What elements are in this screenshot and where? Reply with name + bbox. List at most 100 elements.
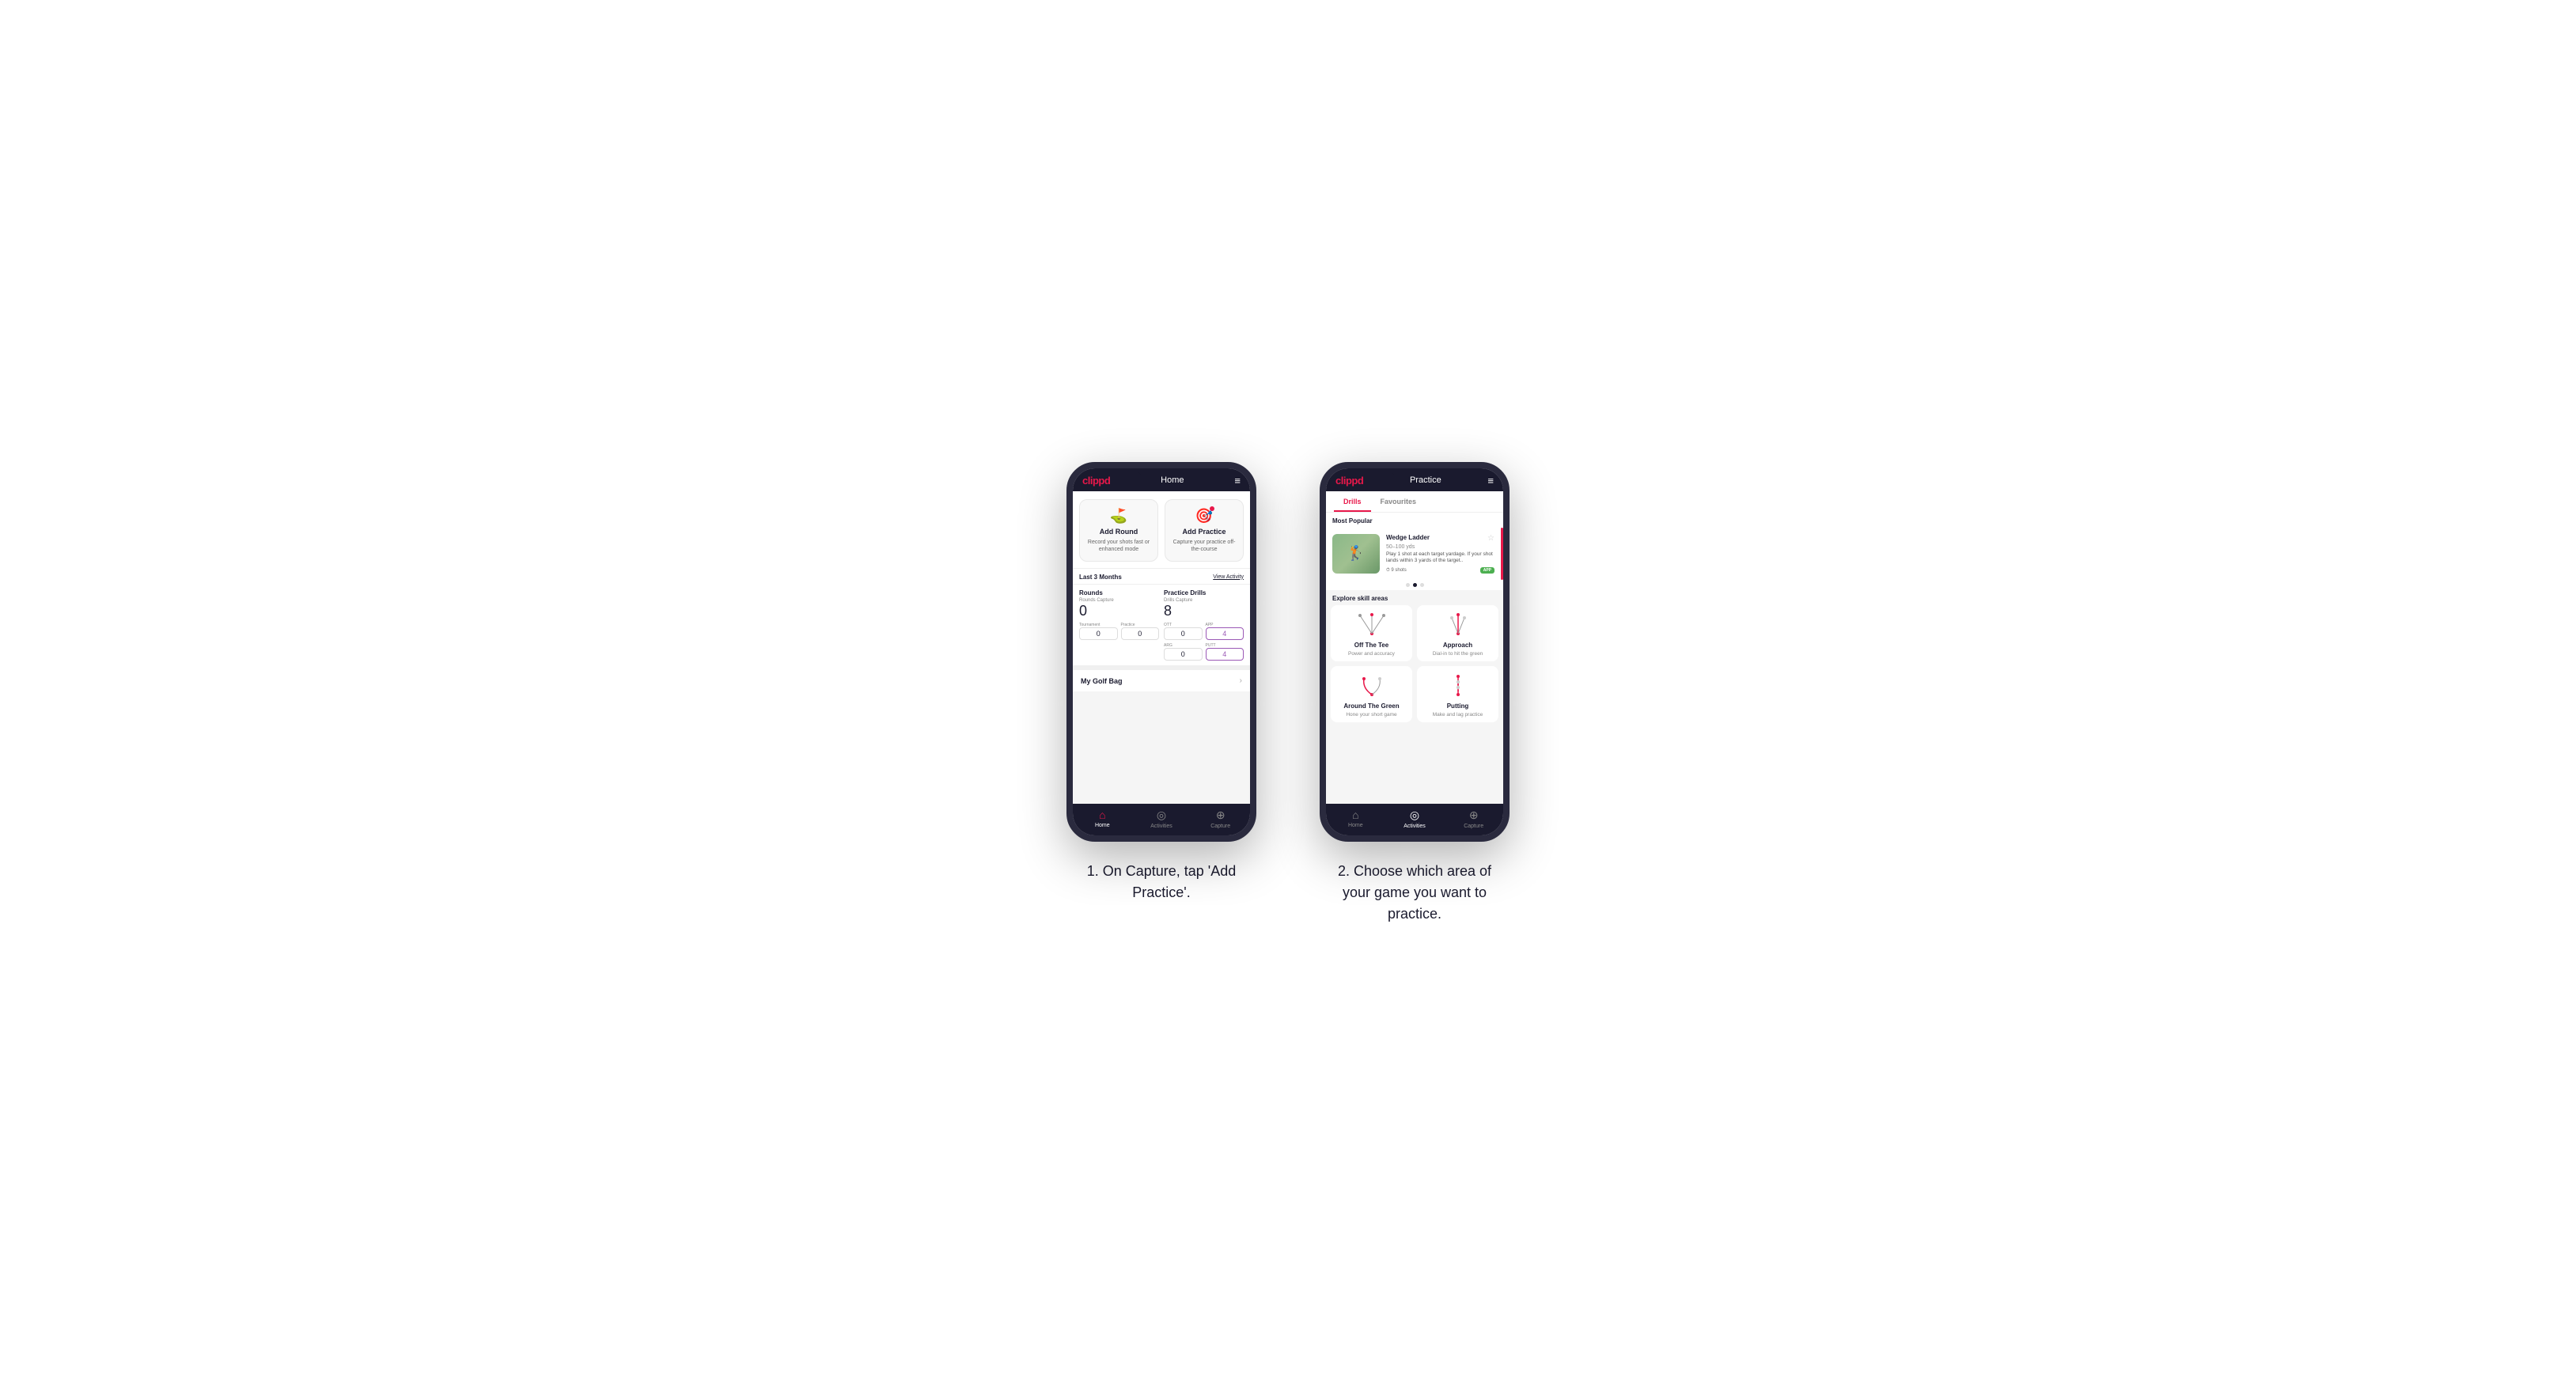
bottom-nav-2: ⌂ Home ◎ Activities ⊕ Capture (1326, 804, 1503, 835)
add-round-card[interactable]: ⛳ Add Round Record your shots fast or en… (1079, 499, 1158, 562)
putt-box: 4 (1206, 648, 1244, 661)
my-golf-bag-row[interactable]: My Golf Bag › (1073, 665, 1250, 691)
nav-home-2[interactable]: ⌂ Home (1326, 808, 1385, 829)
tab-drills[interactable]: Drills (1334, 491, 1371, 512)
drills-title: Practice Drills (1164, 589, 1244, 596)
bottom-nav-1: ⌂ Home ◎ Activities ⊕ Capture (1073, 804, 1250, 835)
skill-diagram-atg (1356, 672, 1388, 700)
dots-row (1326, 580, 1503, 590)
practice-content: Most Popular 🏌️ Wedge Ladder (1326, 513, 1503, 804)
hamburger-icon-2[interactable]: ≡ (1487, 475, 1494, 487)
skill-name-ott: Off The Tee (1354, 642, 1388, 649)
tabs-row: Drills Favourites (1326, 491, 1503, 513)
add-practice-card[interactable]: 🎯 Add Practice Capture your practice off… (1165, 499, 1244, 562)
rounds-sub-grid: Tournament 0 Practice 0 (1079, 623, 1159, 640)
ott-stat: OTT 0 (1164, 623, 1203, 640)
drill-desc: Play 1 shot at each target yardage. If y… (1386, 551, 1494, 565)
practice-box: 0 (1121, 627, 1160, 640)
skill-name-approach: Approach (1443, 642, 1472, 649)
nav-capture-1[interactable]: ⊕ Capture (1191, 808, 1250, 829)
tab-favourites[interactable]: Favourites (1371, 491, 1426, 512)
phone-frame-1: clippd Home ≡ ⛳ Add Round Record your sh… (1066, 462, 1256, 842)
skill-diagram-approach (1442, 612, 1474, 639)
view-activity-link[interactable]: View Activity (1213, 574, 1244, 580)
drill-meta: ⏱ 9 shots APP (1386, 567, 1494, 574)
app-logo-1: clippd (1082, 475, 1110, 487)
activities-nav-label-2: Activities (1404, 824, 1426, 829)
star-icon[interactable]: ☆ (1487, 534, 1494, 543)
rounds-total: 0 (1079, 603, 1159, 620)
skill-diagram-ott (1356, 612, 1388, 639)
drill-yards: 50–100 yds (1386, 544, 1494, 550)
arg-box: 0 (1164, 648, 1203, 661)
tournament-stat: Tournament 0 (1079, 623, 1118, 640)
home-actions: ⛳ Add Round Record your shots fast or en… (1073, 491, 1250, 568)
app-badge: APP (1480, 567, 1494, 574)
add-round-desc: Record your shots fast or enhanced mode (1086, 539, 1151, 553)
drills-sub-grid-1: OTT 0 APP 4 (1164, 623, 1244, 640)
phones-row: clippd Home ≡ ⛳ Add Round Record your sh… (1066, 462, 1510, 925)
practice-stat: Practice 0 (1121, 623, 1160, 640)
add-practice-title: Add Practice (1182, 528, 1225, 536)
app-logo-2: clippd (1335, 475, 1363, 487)
drill-card[interactable]: 🏌️ Wedge Ladder ☆ 50–100 yds Play 1 shot… (1326, 528, 1501, 581)
activities-nav-icon-2: ◎ (1410, 808, 1419, 822)
capture-nav-label-2: Capture (1464, 824, 1483, 829)
add-round-icon: ⛳ (1110, 508, 1127, 524)
drill-info: Wedge Ladder ☆ 50–100 yds Play 1 shot at… (1386, 534, 1494, 574)
stats-grid: Rounds Rounds Capture 0 Tournament 0 Pra… (1073, 584, 1250, 666)
capture-nav-label-1: Capture (1210, 824, 1230, 829)
activity-header: Last 3 Months View Activity (1073, 568, 1250, 584)
tournament-box: 0 (1079, 627, 1118, 640)
explore-label: Explore skill areas (1326, 590, 1503, 605)
skill-grid: Off The Tee Power and accuracy (1326, 605, 1503, 727)
phone-notch-1 (1138, 468, 1185, 476)
skill-card-approach[interactable]: Approach Dial-in to hit the green (1417, 605, 1498, 661)
add-practice-icon-wrap: 🎯 (1195, 508, 1213, 524)
nav-home-1[interactable]: ⌂ Home (1073, 808, 1132, 829)
app-title-1: Home (1161, 475, 1184, 485)
nav-activities-2[interactable]: ◎ Activities (1385, 808, 1445, 829)
phone-notch-2 (1391, 468, 1438, 476)
skill-card-off-the-tee[interactable]: Off The Tee Power and accuracy (1331, 605, 1412, 661)
app-box: 4 (1206, 627, 1244, 640)
home-nav-icon-1: ⌂ (1099, 808, 1105, 821)
activity-label: Last 3 Months (1079, 574, 1122, 581)
my-golf-bag-label: My Golf Bag (1081, 677, 1123, 685)
dot-3 (1420, 583, 1424, 587)
drill-title-row: Wedge Ladder ☆ (1386, 534, 1494, 543)
nav-capture-2[interactable]: ⊕ Capture (1444, 808, 1503, 829)
home-nav-label-2: Home (1348, 823, 1363, 828)
hamburger-icon-1[interactable]: ≡ (1234, 475, 1241, 487)
phone-frame-2: clippd Practice ≡ Drills Favourites Most… (1320, 462, 1510, 842)
drill-image-inner: 🏌️ (1332, 534, 1380, 574)
rounds-col: Rounds Rounds Capture 0 Tournament 0 Pra… (1079, 589, 1159, 661)
add-practice-icon: 🎯 (1195, 508, 1213, 524)
most-popular-label: Most Popular (1326, 513, 1503, 528)
arg-stat: ARG 0 (1164, 643, 1203, 661)
drill-shots: ⏱ 9 shots (1386, 568, 1407, 574)
phone-screen-2: clippd Practice ≡ Drills Favourites Most… (1326, 468, 1503, 835)
app-stat: APP 4 (1206, 623, 1244, 640)
screen-content-1: ⛳ Add Round Record your shots fast or en… (1073, 491, 1250, 804)
skill-diagram-putting (1442, 672, 1474, 700)
drills-sub-grid-2: ARG 0 PUTT 4 (1164, 643, 1244, 661)
skill-card-atg[interactable]: Around The Green Hone your short game (1331, 666, 1412, 722)
skill-desc-putting: Make and lag practice (1433, 712, 1483, 718)
drill-card-area: 🏌️ Wedge Ladder ☆ 50–100 yds Play 1 shot… (1326, 528, 1503, 581)
putt-stat: PUTT 4 (1206, 643, 1244, 661)
scroll-bar (1501, 528, 1503, 581)
phone-section-1: clippd Home ≡ ⛳ Add Round Record your sh… (1066, 462, 1256, 903)
caption-1: 1. On Capture, tap 'Add Practice'. (1074, 861, 1248, 903)
chevron-right-icon: › (1240, 676, 1242, 685)
nav-activities-1[interactable]: ◎ Activities (1132, 808, 1191, 829)
skill-card-putting[interactable]: Putting Make and lag practice (1417, 666, 1498, 722)
capture-nav-icon-2: ⊕ (1469, 808, 1479, 822)
drill-image: 🏌️ (1332, 534, 1380, 574)
drills-col: Practice Drills Drills Capture 8 OTT 0 A… (1164, 589, 1244, 661)
phone-screen-1: clippd Home ≡ ⛳ Add Round Record your sh… (1073, 468, 1250, 835)
home-nav-icon-2: ⌂ (1352, 808, 1358, 821)
skill-name-putting: Putting (1447, 702, 1469, 710)
caption-2: 2. Choose which area of your game you wa… (1328, 861, 1502, 925)
add-practice-desc: Capture your practice off-the-course (1172, 539, 1237, 553)
